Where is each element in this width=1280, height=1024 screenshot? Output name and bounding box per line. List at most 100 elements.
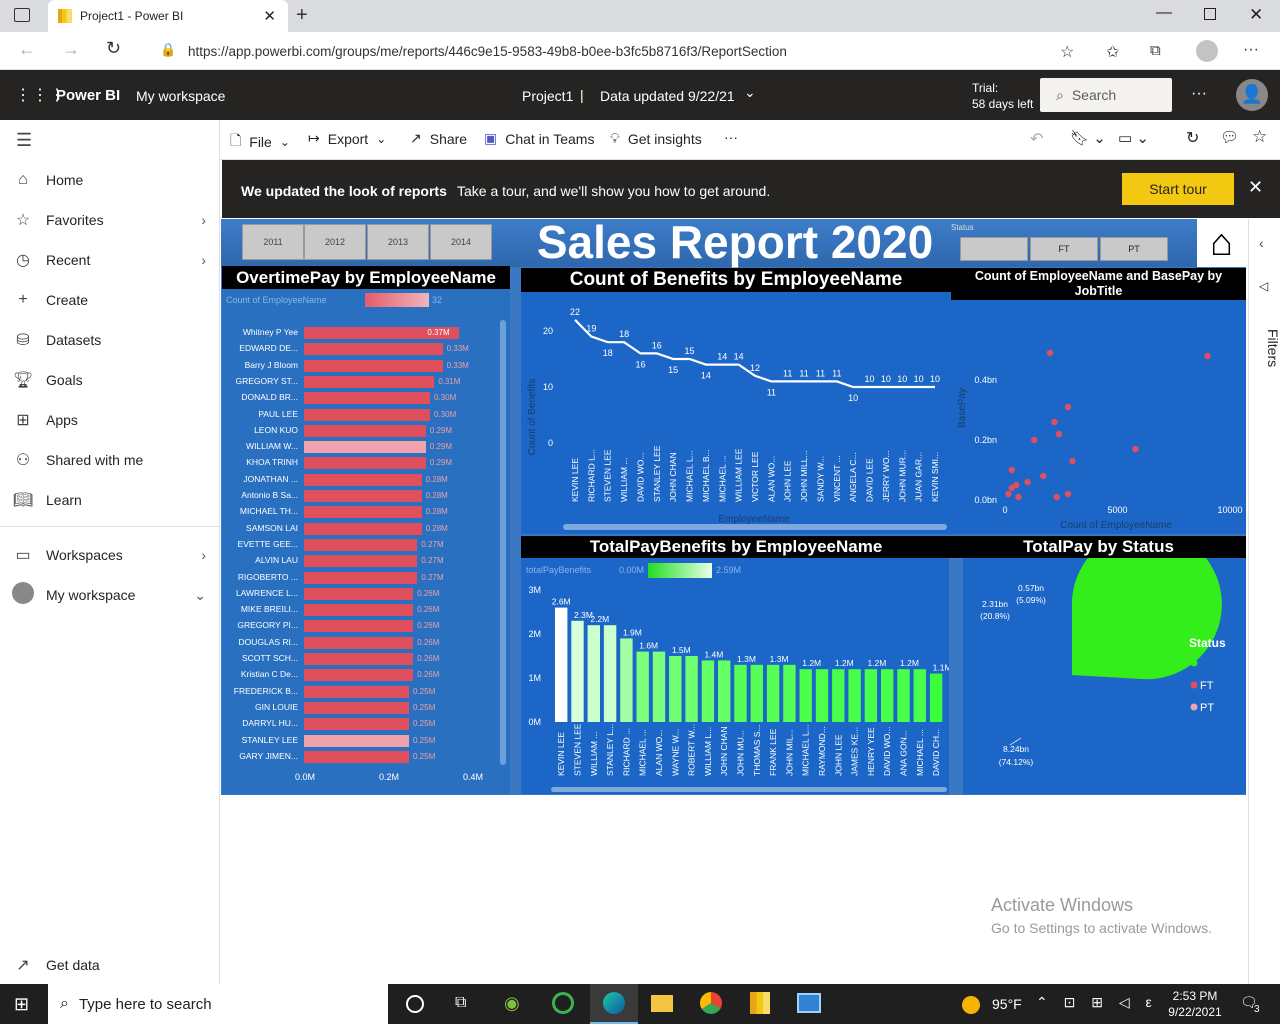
year-2013-button[interactable]: 2013 — [367, 224, 429, 260]
close-banner-icon[interactable]: ✕ — [1248, 177, 1263, 198]
tpb-scrollbar[interactable] — [551, 787, 947, 792]
overtime-bar[interactable] — [304, 522, 422, 535]
overtime-row[interactable]: EVETTE GEE... 0.27M — [222, 537, 507, 553]
tpb-bar[interactable] — [832, 669, 845, 722]
sidebar-item-workspaces[interactable]: ▭ Workspaces › — [0, 535, 220, 575]
sidebar-item-create[interactable]: + Create — [0, 280, 220, 320]
tpb-bar[interactable] — [620, 638, 633, 722]
sidebar-item-shared[interactable]: ⚇ Shared with me — [0, 440, 220, 480]
scatter-point[interactable] — [1064, 403, 1072, 411]
tpb-bar[interactable] — [718, 660, 731, 722]
search-input[interactable]: ⌕ Search — [1040, 78, 1172, 112]
status-slicer-blank[interactable] — [960, 237, 1028, 261]
overtime-row[interactable]: RIGOBERTO ... 0.27M — [222, 570, 507, 586]
overtime-bar[interactable] — [304, 701, 409, 714]
overtime-row[interactable]: JONATHAN ... 0.28M — [222, 472, 507, 488]
overtime-bar[interactable] — [304, 620, 414, 633]
hamburger-icon[interactable]: ☰ — [16, 130, 32, 151]
url-input[interactable]: 🔒 https://app.powerbi.com/groups/me/repo… — [146, 37, 1092, 65]
forward-icon[interactable]: → — [62, 39, 80, 60]
browser-menu-icon[interactable]: ··· — [1243, 41, 1259, 59]
close-window-icon[interactable]: ✕ — [1249, 5, 1263, 25]
sidebar-item-get-data[interactable]: ↗ Get data — [0, 945, 220, 985]
overtime-row[interactable]: DONALD BR... 0.30M — [222, 390, 507, 406]
line-scrollbar[interactable] — [563, 524, 947, 530]
tpb-bar[interactable] — [799, 669, 812, 722]
back-icon[interactable]: ← — [18, 39, 36, 60]
overtime-row[interactable]: Kristian C De... 0.26M — [222, 667, 507, 683]
tpb-bar[interactable] — [685, 656, 698, 722]
tpb-bar[interactable] — [603, 625, 617, 722]
browser-tab[interactable]: Project1 - Power BI ✕ — [48, 0, 288, 32]
cortana-icon[interactable] — [406, 995, 424, 1013]
tpb-bar[interactable] — [734, 664, 747, 722]
scatter-point[interactable] — [1069, 457, 1076, 465]
year-2014-button[interactable]: 2014 — [430, 224, 492, 260]
overtime-bar[interactable] — [304, 555, 418, 568]
scatter-point[interactable] — [1204, 352, 1211, 360]
maximize-icon[interactable] — [1204, 8, 1216, 20]
overtime-row[interactable]: SAMSON LAI 0.28M — [222, 521, 507, 537]
android-icon[interactable]: ◉ — [504, 993, 520, 1014]
overtime-bar[interactable] — [304, 604, 414, 617]
windows-start-icon[interactable]: ⊞ — [14, 994, 29, 1015]
tpb-bar[interactable] — [848, 669, 861, 722]
overtime-row[interactable]: GREGORY PI... 0.26M — [222, 618, 507, 634]
overtime-bar[interactable] — [304, 734, 409, 747]
tpb-bar[interactable] — [897, 669, 910, 722]
overtime-row[interactable]: ALVIN LAU 0.27M — [222, 553, 507, 569]
overtime-bar[interactable] — [304, 457, 426, 470]
overtime-row[interactable]: PAUL LEE 0.30M — [222, 407, 507, 423]
scatter-point[interactable] — [1008, 466, 1015, 474]
overtime-row[interactable]: Whitney P Yee 0.37M — [222, 325, 507, 341]
data-updated[interactable]: Data updated 9/22/21 — [600, 88, 735, 104]
new-tab-icon[interactable]: + — [296, 4, 308, 27]
filters-label[interactable]: Filters — [1249, 329, 1280, 367]
overtime-row[interactable]: Barry J Bloom 0.33M — [222, 358, 507, 374]
scatter-point[interactable] — [1005, 490, 1012, 498]
tpb-bar[interactable] — [929, 673, 943, 722]
overtime-bar[interactable] — [304, 636, 414, 649]
toolbar-more-icon[interactable]: ··· — [724, 129, 738, 145]
edge-taskbar-button[interactable] — [590, 984, 638, 1024]
tpb-bar[interactable] — [913, 669, 926, 722]
collections-icon[interactable]: ⧉ — [1150, 42, 1161, 59]
overtime-row[interactable]: GIN LOUIE 0.25M — [222, 700, 507, 716]
overtime-row[interactable]: WILLIAM W... 0.29M — [222, 439, 507, 455]
overtime-bar[interactable] — [304, 718, 409, 731]
comment-icon[interactable]: 💬︎ — [1220, 128, 1239, 146]
refresh-visuals-icon[interactable]: ↻ — [1186, 128, 1199, 148]
favorite-icon[interactable]: ☆ — [1252, 127, 1267, 147]
view-icon[interactable]: ▭ ⌄ — [1118, 129, 1149, 147]
sidebar-item-goals[interactable]: 🏆︎ Goals — [0, 360, 220, 400]
home-icon[interactable]: ⌂ — [1197, 219, 1246, 267]
sidebar-item-recent[interactable]: ◷ Recent › — [0, 240, 220, 280]
tpb-bar[interactable] — [783, 664, 796, 722]
overtime-bar[interactable] — [304, 408, 430, 421]
overtime-row[interactable]: DARRYL HU... 0.25M — [222, 716, 507, 732]
refresh-icon[interactable]: ↻ — [106, 38, 121, 59]
chat-in-teams-button[interactable]: ▣ Chat in Teams — [484, 130, 594, 147]
filters-pane[interactable]: ‹ ◁ Filters — [1248, 219, 1280, 984]
tpb-bar[interactable] — [571, 620, 584, 722]
status-slicer-ft[interactable]: FT — [1030, 237, 1098, 261]
overtime-row[interactable]: LEON KUO 0.29M — [222, 423, 507, 439]
scatter-point[interactable] — [1015, 493, 1022, 501]
overtime-bar[interactable] — [304, 653, 414, 665]
export-menu[interactable]: ↦ Export ⌄ — [308, 130, 386, 147]
favorites-icon[interactable]: ✩ — [1106, 42, 1119, 62]
tpb-bar[interactable] — [587, 625, 600, 722]
scatter-point[interactable] — [1013, 481, 1020, 489]
sidebar-item-favorites[interactable]: ☆ Favorites › — [0, 200, 220, 240]
overtime-scrollbar[interactable] — [500, 320, 506, 765]
chevron-down-icon[interactable]: ⌄ — [744, 84, 756, 101]
tpb-bar[interactable] — [750, 664, 763, 722]
overtime-row[interactable]: GARY JIMEN... 0.25M — [222, 749, 507, 765]
tpb-bar[interactable] — [701, 660, 715, 722]
start-tour-button[interactable]: Start tour — [1122, 173, 1234, 205]
overtime-bar[interactable] — [304, 473, 422, 486]
file-explorer-icon[interactable] — [651, 995, 673, 1012]
sidebar-item-home[interactable]: ⌂ Home — [0, 160, 220, 200]
sidebar-item-datasets[interactable]: ⛁ Datasets — [0, 320, 220, 360]
overtime-bar[interactable] — [304, 490, 422, 502]
